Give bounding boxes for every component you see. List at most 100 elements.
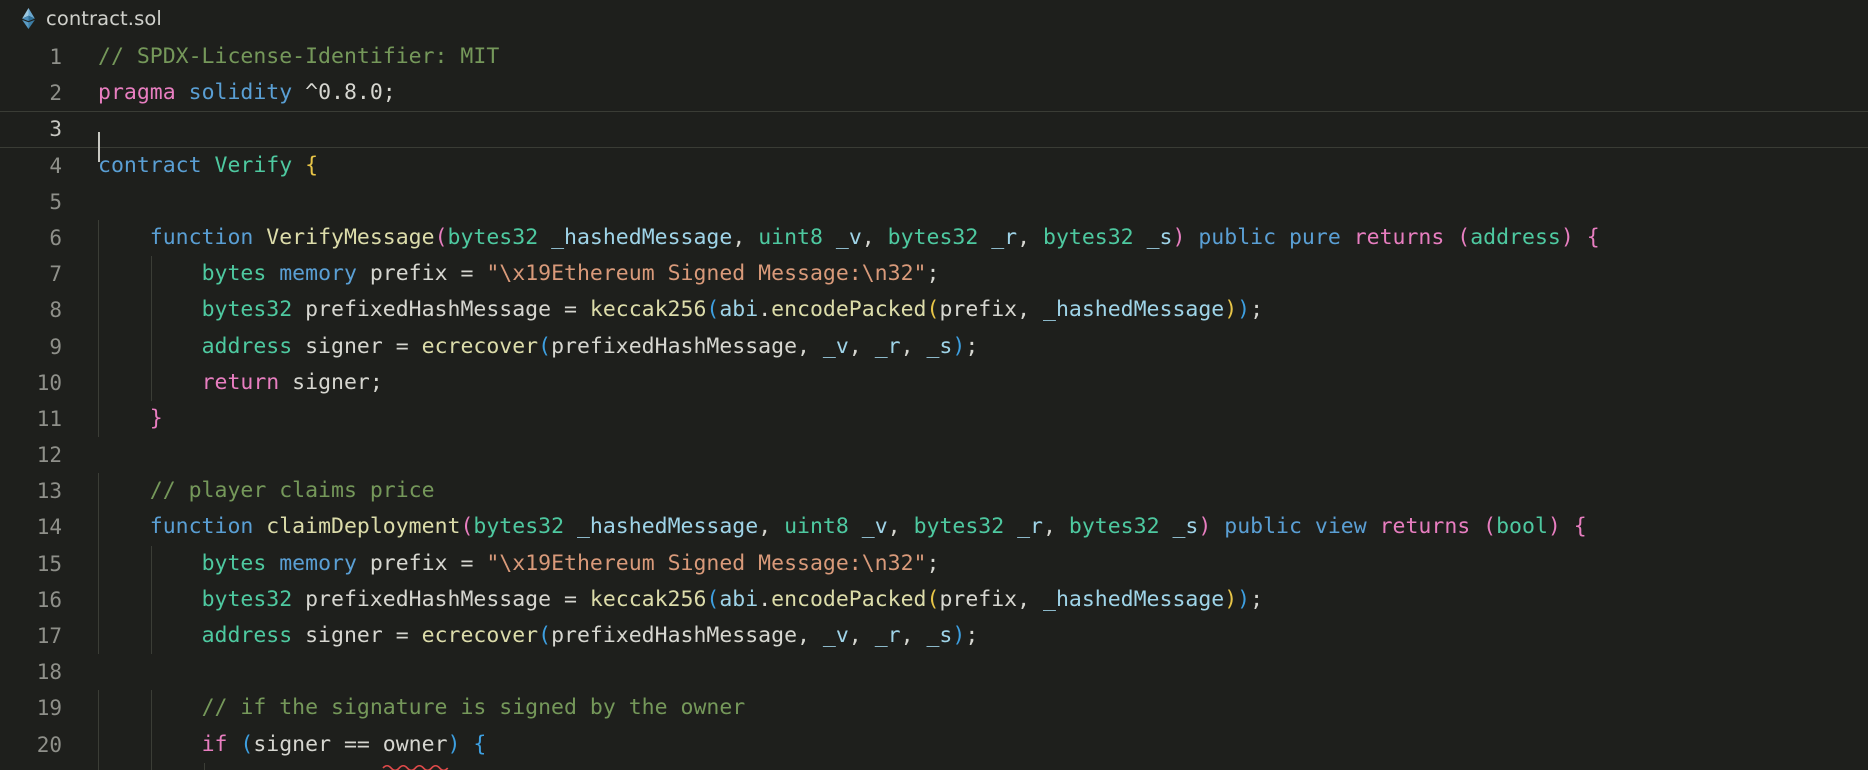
token-rparen: )	[1237, 297, 1251, 323]
code-line[interactable]: 11 }	[0, 400, 1868, 438]
code-line[interactable]: 18	[0, 654, 1868, 690]
code-line[interactable]: 15 bytes memory prefix = "\x19Ethereum S…	[0, 545, 1868, 582]
indent-guide	[151, 256, 152, 293]
token-semicolon: ;	[1250, 297, 1264, 323]
line-content[interactable]: return signer;	[76, 364, 1868, 401]
line-content[interactable]: address signer = ecrecover(prefixedHashM…	[76, 618, 1868, 655]
code-line[interactable]: 20 if (signer == owner) {	[0, 726, 1868, 770]
line-content[interactable]: contract Verify {	[76, 148, 1868, 184]
code-line[interactable]: 13 // player claims price	[0, 473, 1868, 510]
token-rparen: )	[1560, 224, 1574, 250]
token-comma: ,	[900, 623, 927, 648]
token-method: encodePacked	[771, 297, 927, 323]
token-abi: abi	[719, 586, 759, 612]
code-line[interactable]: 6 function VerifyMessage(bytes32 _hashed…	[0, 219, 1868, 257]
token-type: bytes	[201, 550, 267, 576]
code-line[interactable]: 4 contract Verify {	[0, 148, 1868, 184]
code-line[interactable]: 2 pragma solidity ^0.8.0;	[0, 75, 1868, 111]
line-content[interactable]: bytes memory prefix = "\x19Ethereum Sign…	[76, 545, 1868, 582]
line-content[interactable]: function claimDeployment(bytes32 _hashed…	[76, 509, 1868, 546]
token-visibility: public	[1211, 514, 1315, 540]
code-line[interactable]: 12	[0, 437, 1868, 473]
indent-guide	[98, 762, 99, 770]
token-solidity: solidity	[188, 80, 293, 106]
code-line-active[interactable]: 3	[0, 111, 1868, 163]
token-type: bytes32	[473, 514, 565, 540]
token-type: bytes32	[913, 514, 1005, 540]
token-type: bytes32	[887, 224, 979, 250]
token-lparen: (	[538, 623, 552, 648]
code-editor[interactable]: 1 // SPDX-License-Identifier: MIT 2 prag…	[0, 37, 1868, 770]
token-type: bytes32	[1068, 514, 1160, 540]
token-return-type: address	[1470, 224, 1561, 250]
indent-guide	[98, 726, 99, 763]
line-content[interactable]: if (signer == owner) {	[76, 726, 1868, 770]
line-content[interactable]: // the player gets verified	[76, 762, 1868, 770]
token-variable: signer;	[279, 369, 383, 395]
line-content[interactable]: bytes32 prefixedHashMessage = keccak256(…	[76, 581, 1868, 619]
line-number: 14	[36, 515, 62, 540]
line-content[interactable]: bytes memory prefix = "\x19Ethereum Sign…	[76, 256, 1868, 293]
code-line[interactable]: 9 address signer = ecrecover(prefixedHas…	[0, 328, 1868, 365]
code-line[interactable]: 16 bytes32 prefixedHashMessage = keccak2…	[0, 581, 1868, 619]
token-comma: ,	[758, 514, 785, 540]
tab-contract-sol[interactable]: contract.sol	[18, 0, 172, 37]
code-line[interactable]: 21 // the player gets verified	[0, 762, 1868, 770]
token-arg: prefix	[939, 586, 1018, 612]
token-variable: owner	[382, 731, 448, 757]
token-semicolon: ;	[926, 550, 940, 576]
line-content[interactable]: bytes32 prefixedHashMessage = keccak256(…	[76, 292, 1868, 329]
indent-guide	[151, 690, 152, 727]
token-lparen: (	[460, 514, 474, 540]
code-line[interactable]: 1 // SPDX-License-Identifier: MIT	[0, 39, 1868, 75]
line-number: 20	[36, 732, 62, 757]
token-comment: // player claims price	[149, 478, 435, 504]
line-content[interactable]: }	[76, 400, 1868, 438]
line-content[interactable]: // player claims price	[76, 473, 1868, 510]
token-comma: ,	[848, 333, 875, 359]
token-param: _hashedMessage	[538, 224, 733, 250]
token-returns: returns	[1366, 514, 1484, 540]
line-number: 13	[36, 479, 62, 504]
code-line[interactable]: 7 bytes memory prefix = "\x19Ethereum Si…	[0, 256, 1868, 293]
token-lparen: (	[1457, 224, 1471, 250]
token-arg: _r	[874, 333, 901, 359]
line-number: 16	[36, 587, 62, 612]
indent-guide	[98, 509, 99, 546]
line-number: 17	[36, 624, 62, 648]
code-line[interactable]: 5	[0, 184, 1868, 220]
token-builtin-function: keccak256	[589, 297, 707, 323]
line-content[interactable]: // if the signature is signed by the own…	[76, 690, 1868, 727]
line-content[interactable]: pragma solidity ^0.8.0;	[76, 75, 1868, 111]
tab-title: contract.sol	[46, 6, 162, 30]
token-lparen: (	[434, 224, 448, 250]
token-datalocation: memory	[266, 261, 357, 287]
token-lparen: (	[706, 586, 720, 612]
token-brace: {	[305, 152, 319, 178]
token-brace: {	[1560, 514, 1587, 540]
token-param: _hashedMessage	[564, 514, 759, 540]
token-comma: ,	[1017, 297, 1043, 323]
line-content[interactable]: address signer = ecrecover(prefixedHashM…	[76, 328, 1868, 365]
token-function-name: claimDeployment	[266, 514, 461, 540]
line-content[interactable]: function VerifyMessage(bytes32 _hashedMe…	[76, 219, 1868, 257]
token-lparen: (	[227, 731, 254, 757]
code-line[interactable]: 10 return signer;	[0, 364, 1868, 401]
code-line[interactable]: 17 address signer = ecrecover(prefixedHa…	[0, 618, 1868, 655]
indent-guide	[151, 726, 152, 763]
code-line[interactable]: 8 bytes32 prefixedHashMessage = keccak25…	[0, 292, 1868, 329]
token-function-name: VerifyMessage	[266, 224, 435, 250]
indent-guide	[151, 581, 152, 619]
token-visibility: public	[1185, 224, 1289, 250]
code-line[interactable]: 14 function claimDeployment(bytes32 _has…	[0, 509, 1868, 546]
code-line[interactable]: 19 // if the signature is signed by the …	[0, 690, 1868, 727]
line-content[interactable]: // SPDX-License-Identifier: MIT	[76, 39, 1868, 75]
code-area[interactable]: 1 // SPDX-License-Identifier: MIT 2 prag…	[0, 37, 1868, 770]
